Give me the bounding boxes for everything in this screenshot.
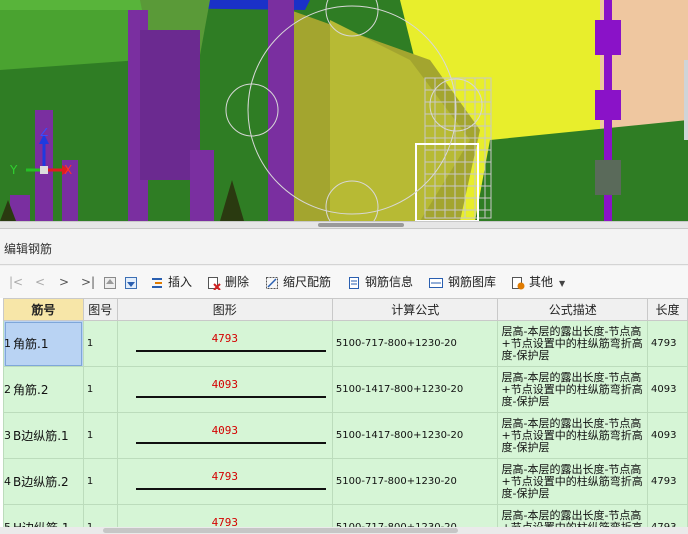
settings-icon <box>512 276 525 289</box>
formula-cell[interactable]: 5100-1417-800+1230-20 <box>331 412 499 459</box>
bar-name-cell[interactable]: 2 角筋.2 <box>3 366 84 413</box>
edit-rebar-panel-header: 编辑钢筋 <box>0 229 688 265</box>
rebar-shape-line <box>135 396 326 398</box>
table-row[interactable]: 1 角筋.1 1 4793 5100-717-800+1230-20 层高-本层的露出长度… <box>3 320 688 367</box>
shape-cell[interactable]: 4093 <box>116 366 333 413</box>
move-up-button[interactable] <box>104 272 120 292</box>
table-row[interactable]: 2 角筋.2 1 4093 5100-1417-800+1230-20 层高-本层的露出长… <box>3 366 688 413</box>
3d-viewport[interactable]: Z X Y <box>0 0 688 221</box>
insert-icon <box>152 277 162 288</box>
axis-x-label: X <box>64 163 72 177</box>
move-down-button[interactable] <box>125 272 141 292</box>
3d-scene <box>0 0 688 221</box>
insert-button[interactable]: 插入 <box>150 272 192 292</box>
figure-number-cell[interactable]: 1 <box>82 458 118 505</box>
rebar-table: 筋号 图号 图形 计算公式 公式描述 长度 1 角筋.1 1 4793 5100-717… <box>3 298 688 534</box>
table-row[interactable]: 3 B边纵筋.1 1 4093 5100-1417-800+1230-20 层高-本层的露… <box>3 412 688 459</box>
rebar-toolbar: |< < > >| 插入 删除 缩尺配筋 钢筋信息 钢筋图库 其他 ▼ <box>0 266 688 298</box>
formula-cell[interactable]: 5100-717-800+1230-20 <box>331 320 499 367</box>
length-cell[interactable]: 4793 <box>646 320 688 367</box>
other-label: 其他 <box>529 275 554 289</box>
header-formula[interactable]: 计算公式 <box>331 298 499 321</box>
chevron-down-icon: ▼ <box>559 279 566 288</box>
panel-splitter[interactable] <box>0 221 688 229</box>
length-cell[interactable]: 4793 <box>646 458 688 505</box>
bar-name-cell[interactable]: 1 角筋.1 <box>3 320 84 367</box>
prev-record-button[interactable]: < <box>35 272 45 292</box>
shape-dimension: 4793 <box>211 470 239 483</box>
description-cell[interactable]: 层高-本层的露出长度-节点高+节点设置中的柱纵筋弯折高度-保护层 <box>497 458 648 505</box>
move-up-icon <box>104 276 116 289</box>
header-figure-number[interactable]: 图号 <box>82 298 118 321</box>
axis-y-label: Y <box>9 163 18 177</box>
shape-cell[interactable]: 4793 <box>116 320 333 367</box>
rebar-shape-line <box>135 442 326 444</box>
library-icon <box>429 277 443 288</box>
bar-name-cell[interactable]: 3 B边纵筋.1 <box>3 412 84 459</box>
first-record-button[interactable]: |< <box>9 272 23 292</box>
bar-name: 角筋.2 <box>13 383 49 397</box>
table-row[interactable]: 4 B边纵筋.2 1 4793 5100-717-800+1230-20 层高-本层的露出… <box>3 458 688 505</box>
description-cell[interactable]: 层高-本层的露出长度-节点高+节点设置中的柱纵筋弯折高度-保护层 <box>497 412 648 459</box>
move-down-icon <box>125 276 137 289</box>
delete-button[interactable]: 删除 <box>207 272 249 292</box>
splitter-grip[interactable] <box>318 223 404 227</box>
header-bar-number[interactable]: 筋号 <box>3 298 84 321</box>
figure-number-cell[interactable]: 1 <box>82 412 118 459</box>
other-menu-button[interactable]: 其他 ▼ <box>511 272 565 292</box>
delete-label: 删除 <box>225 275 250 289</box>
rebar-library-button[interactable]: 钢筋图库 <box>428 272 496 292</box>
bar-name: 角筋.1 <box>13 337 49 351</box>
row-number: 4 <box>4 475 11 488</box>
length-cell[interactable]: 4093 <box>646 366 688 413</box>
length-cell[interactable]: 4093 <box>646 412 688 459</box>
shape-cell[interactable]: 4093 <box>116 412 333 459</box>
shape-dimension: 4093 <box>211 424 239 437</box>
rebar-grid: 筋号 图号 图形 计算公式 公式描述 长度 1 角筋.1 1 4793 5100-717… <box>0 298 688 534</box>
delete-icon <box>208 276 221 290</box>
header-shape[interactable]: 图形 <box>116 298 333 321</box>
formula-cell[interactable]: 5100-717-800+1230-20 <box>331 458 499 505</box>
document-icon <box>349 276 359 289</box>
row-number: 3 <box>4 429 11 442</box>
header-description[interactable]: 公式描述 <box>497 298 648 321</box>
bar-name: B边纵筋.2 <box>13 475 69 489</box>
header-length[interactable]: 长度 <box>646 298 688 321</box>
rebar-library-label: 钢筋图库 <box>448 275 497 289</box>
description-cell[interactable]: 层高-本层的露出长度-节点高+节点设置中的柱纵筋弯折高度-保护层 <box>497 320 648 367</box>
shape-dimension: 4093 <box>211 378 239 391</box>
scale-rebar-label: 缩尺配筋 <box>283 275 332 289</box>
table-header-row: 筋号 图号 图形 计算公式 公式描述 长度 <box>3 298 688 321</box>
axis-triad: Z X Y <box>9 128 72 177</box>
bar-name: B边纵筋.1 <box>13 429 69 443</box>
scrollbar-thumb[interactable] <box>103 528 458 533</box>
figure-number-cell[interactable]: 1 <box>82 366 118 413</box>
panel-title: 编辑钢筋 <box>4 242 53 256</box>
formula-cell[interactable]: 5100-1417-800+1230-20 <box>331 366 499 413</box>
figure-number-cell[interactable]: 1 <box>82 320 118 367</box>
last-record-button[interactable]: >| <box>81 272 95 292</box>
rebar-info-label: 钢筋信息 <box>365 275 414 289</box>
shape-cell[interactable]: 4793 <box>116 458 333 505</box>
horizontal-scrollbar[interactable] <box>0 527 688 534</box>
shape-dimension: 4793 <box>211 332 239 345</box>
rebar-info-button[interactable]: 钢筋信息 <box>347 272 413 292</box>
description-cell[interactable]: 层高-本层的露出长度-节点高+节点设置中的柱纵筋弯折高度-保护层 <box>497 366 648 413</box>
axis-z-label: Z <box>40 128 48 139</box>
row-number: 1 <box>4 337 11 350</box>
rebar-shape-line <box>135 350 326 352</box>
rebar-shape-line <box>135 488 326 490</box>
scale-rebar-button[interactable]: 缩尺配筋 <box>265 272 331 292</box>
bar-name-cell[interactable]: 4 B边纵筋.2 <box>3 458 84 505</box>
scale-rebar-icon <box>266 276 278 289</box>
row-number: 2 <box>4 383 11 396</box>
next-record-button[interactable]: > <box>59 272 69 292</box>
insert-label: 插入 <box>168 275 193 289</box>
